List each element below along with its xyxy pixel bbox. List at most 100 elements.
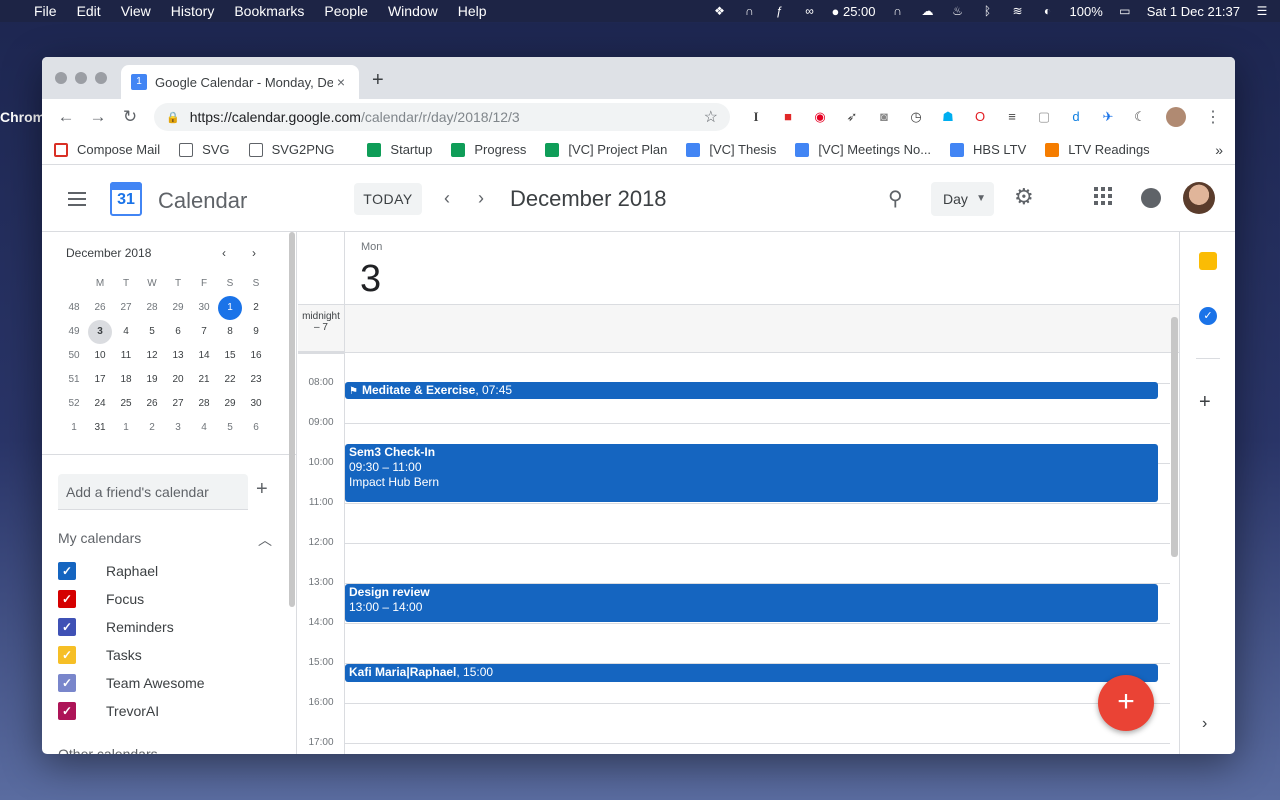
calendar-item[interactable]: ✓ TrevorAI	[58, 699, 159, 723]
mini-day[interactable]: 30	[243, 392, 269, 416]
mini-day[interactable]: 22	[217, 368, 243, 392]
account-avatar[interactable]	[1183, 182, 1215, 214]
bookmark-item[interactable]: [VC] Project Plan	[545, 142, 667, 157]
bookmark-star-icon[interactable]: ☆	[704, 107, 718, 127]
alfred-icon[interactable]: ∩	[741, 4, 757, 18]
minimize-window-button[interactable]	[75, 72, 87, 84]
calendar-event[interactable]: ⚑ Meditate & Exercise, 07:45	[345, 382, 1158, 399]
add-calendar-plus-icon[interactable]: +	[256, 478, 268, 501]
calendar-event[interactable]: Design review 13:00 – 14:00	[345, 584, 1158, 622]
day-view-scrollbar[interactable]	[1171, 317, 1178, 557]
ghostery-icon[interactable]: ☗	[936, 107, 960, 127]
flipboard-icon[interactable]: ■	[776, 107, 800, 127]
bird-icon[interactable]: ➶	[840, 107, 864, 127]
mini-day[interactable]: 1	[113, 416, 139, 440]
calendar-item[interactable]: ✓ Raphael	[58, 559, 158, 583]
mini-day[interactable]: 26	[139, 392, 165, 416]
timer-label[interactable]: ● 25:00	[831, 4, 875, 19]
moon-icon[interactable]: ☾	[1128, 107, 1152, 127]
bookmark-item[interactable]: SVG2PNG	[248, 142, 334, 157]
prev-period-icon[interactable]: ‹	[444, 188, 450, 209]
today-button[interactable]: TODAY	[354, 183, 422, 215]
mini-day[interactable]: 11	[113, 344, 139, 368]
collapse-chevron-icon[interactable]: ︿	[258, 530, 272, 550]
dashlane-icon[interactable]: d	[1064, 107, 1088, 127]
bookmark-item[interactable]: SVG	[179, 142, 230, 157]
mini-day[interactable]: 29	[217, 392, 243, 416]
mini-day[interactable]: 30	[191, 296, 217, 320]
reload-icon[interactable]: ↻	[114, 107, 146, 127]
mini-day[interactable]: 19	[139, 368, 165, 392]
search-icon[interactable]: ⚲	[888, 186, 903, 211]
mini-day[interactable]: 29	[165, 296, 191, 320]
mini-day[interactable]: 10	[87, 344, 113, 368]
settings-gear-icon[interactable]: ⚙	[1014, 184, 1034, 210]
creative-cloud-icon[interactable]: ∞	[801, 4, 817, 18]
rocket-icon[interactable]: ✈	[1096, 107, 1120, 127]
instapaper-icon[interactable]: I	[744, 107, 768, 127]
calendar-item[interactable]: ✓ Tasks	[58, 643, 142, 667]
bookmark-item[interactable]: Progress	[451, 142, 526, 157]
zoom-window-button[interactable]	[95, 72, 107, 84]
browser-menu-icon[interactable]: ⋮	[1205, 107, 1227, 127]
add-friend-calendar-input[interactable]: Add a friend's calendar	[58, 474, 248, 510]
audio-icon[interactable]: ◐	[1040, 4, 1056, 18]
calendar-event[interactable]: Kafi Maria|Raphael, 15:00	[345, 664, 1158, 682]
mini-day[interactable]: 26	[87, 296, 113, 320]
buffer-icon[interactable]: ≡	[1000, 107, 1024, 127]
menu-window[interactable]: Window	[388, 3, 438, 19]
calendar-checkbox[interactable]: ✓	[58, 674, 76, 692]
main-menu-icon[interactable]	[68, 192, 86, 206]
mini-next-month-icon[interactable]: ›	[252, 246, 256, 260]
app-title[interactable]: Calendar	[158, 188, 247, 214]
wifi-icon[interactable]: ≋	[1010, 4, 1026, 18]
calendar-event[interactable]: Sem3 Check-In 09:30 – 11:00 Impact Hub Ber…	[345, 444, 1158, 502]
address-bar[interactable]: 🔒 https://calendar.google.com/calendar/r…	[154, 103, 730, 131]
calendar-item[interactable]: ✓ Team Awesome	[58, 671, 205, 695]
add-addon-icon[interactable]: +	[1199, 391, 1211, 414]
clock[interactable]: Sat 1 Dec 21:37	[1147, 4, 1240, 19]
mini-day[interactable]: 6	[165, 320, 191, 344]
mini-day[interactable]: 6	[243, 416, 269, 440]
mini-day[interactable]: 23	[243, 368, 269, 392]
tasks-icon[interactable]: ✓	[1199, 307, 1217, 325]
mini-day[interactable]: 28	[191, 392, 217, 416]
mini-day[interactable]: 21	[191, 368, 217, 392]
time-grid[interactable]: 08:00 09:00 10:00 11:00 12:00 13:00 14:00 15:00…	[298, 353, 1170, 754]
mini-day[interactable]: 15	[217, 344, 243, 368]
camera-icon[interactable]: ◙	[872, 107, 896, 127]
mini-day[interactable]: 5	[217, 416, 243, 440]
calendar-checkbox[interactable]: ✓	[58, 618, 76, 636]
dropbox-icon[interactable]: ❖	[711, 4, 727, 18]
menu-view[interactable]: View	[121, 3, 151, 19]
other-calendars-heading[interactable]: Other calendars	[58, 746, 158, 754]
mini-day[interactable]: 4	[191, 416, 217, 440]
headphones-icon[interactable]: ∩	[890, 4, 906, 18]
close-tab-icon[interactable]: ×	[333, 74, 349, 90]
new-tab-icon[interactable]: +	[372, 69, 384, 92]
menu-bookmarks[interactable]: Bookmarks	[234, 3, 304, 19]
calendar-logo[interactable]: 31	[110, 182, 142, 216]
mini-day[interactable]: 20	[165, 368, 191, 392]
calendar-item[interactable]: ✓ Reminders	[58, 615, 174, 639]
mini-day[interactable]: 12	[139, 344, 165, 368]
mini-day[interactable]: 2	[243, 296, 269, 320]
back-icon[interactable]: ←	[50, 107, 82, 127]
notification-center-icon[interactable]: ☰	[1254, 4, 1270, 18]
menu-history[interactable]: History	[171, 3, 215, 19]
pinterest-icon[interactable]: ◉	[808, 107, 832, 127]
bookmark-item[interactable]: [VC] Meetings No...	[795, 142, 931, 157]
expand-panel-icon[interactable]: ›	[1202, 715, 1207, 733]
mini-day[interactable]: 8	[217, 320, 243, 344]
lock-icon[interactable]: 🔒	[166, 111, 180, 124]
calendar-checkbox[interactable]: ✓	[58, 562, 76, 580]
mini-day[interactable]: 27	[113, 296, 139, 320]
mini-day[interactable]: 1	[217, 296, 243, 320]
my-calendars-heading[interactable]: My calendars	[58, 530, 141, 546]
mini-prev-month-icon[interactable]: ‹	[222, 246, 226, 260]
bluetooth-icon[interactable]: ᛒ	[980, 4, 996, 18]
battery-percent[interactable]: 100%	[1070, 4, 1103, 19]
sidebar-scrollbar[interactable]	[289, 232, 295, 607]
calendar-checkbox[interactable]: ✓	[58, 702, 76, 720]
script-icon[interactable]: ƒ	[771, 4, 787, 18]
